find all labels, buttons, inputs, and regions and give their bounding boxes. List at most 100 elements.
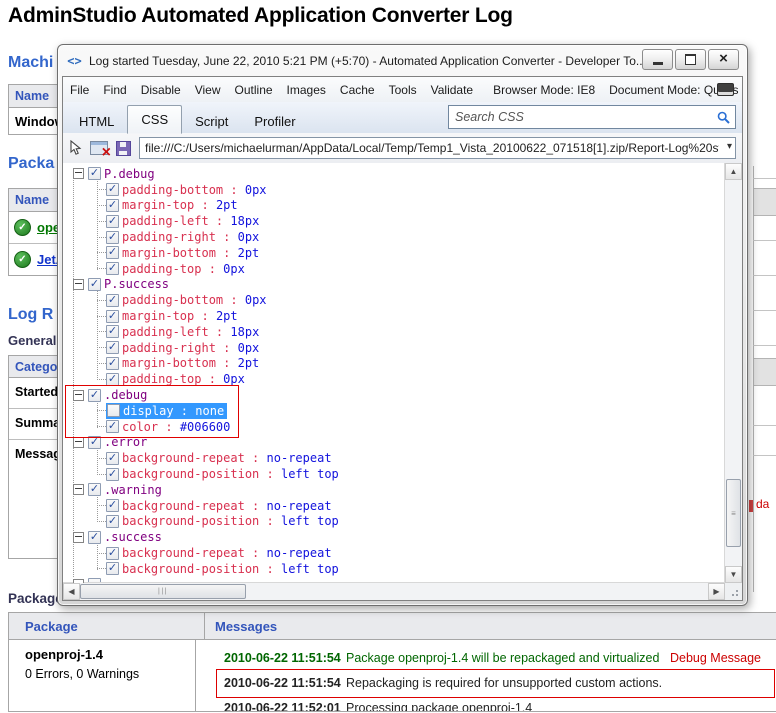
css-property-row[interactable]: padding-right : 0px (67, 229, 725, 245)
checkbox-checked-icon[interactable] (88, 278, 101, 291)
menu-item-cache[interactable]: Cache (333, 79, 382, 101)
table-row-line (753, 240, 776, 241)
checkbox-checked-icon[interactable] (88, 167, 101, 180)
css-property-row[interactable]: margin-bottom : 2pt (67, 356, 725, 372)
checkbox-checked-icon[interactable] (106, 499, 119, 512)
css-selector-row[interactable]: .warning (67, 482, 725, 498)
checkbox-checked-icon[interactable] (106, 294, 119, 307)
expand-minus-icon[interactable] (73, 390, 84, 401)
scroll-right-button[interactable]: ▶ (708, 583, 725, 600)
minimize-button[interactable] (642, 49, 673, 70)
css-property-row[interactable]: margin-top : 2pt (67, 308, 725, 324)
checkbox-checked-icon[interactable] (106, 262, 119, 275)
select-element-icon[interactable] (69, 140, 82, 156)
checkbox-checked-icon[interactable] (106, 547, 119, 560)
css-property-row[interactable]: background-position : left top (67, 561, 725, 577)
checkbox-checked-icon[interactable] (106, 357, 119, 370)
search-icon[interactable] (717, 111, 730, 124)
checkbox-checked-icon[interactable] (106, 246, 119, 259)
css-selector-row[interactable]: P.debug (67, 166, 725, 182)
scroll-down-button[interactable]: ▼ (725, 566, 742, 583)
checkbox-unchecked-icon[interactable] (107, 404, 120, 417)
expand-minus-icon[interactable] (73, 579, 84, 583)
scroll-up-button[interactable]: ▲ (725, 163, 742, 180)
vertical-scrollbar[interactable]: ▲ ≡ ▼ (724, 163, 742, 583)
menu-item-outline[interactable]: Outline (228, 79, 280, 101)
checkbox-checked-icon[interactable] (106, 420, 119, 433)
menu-item-file[interactable]: File (63, 79, 96, 101)
css-property-row[interactable]: color : #006600 (67, 419, 725, 435)
css-property-row[interactable]: background-position : left top (67, 466, 725, 482)
css-property-row[interactable]: background-repeat : no-repeat (67, 545, 725, 561)
search-input[interactable] (449, 110, 717, 124)
horizontal-scrollbar[interactable]: ◀ ||| ▶ (63, 582, 725, 600)
expand-minus-icon[interactable] (73, 279, 84, 290)
checkbox-checked-icon[interactable] (106, 373, 119, 386)
checkbox-checked-icon[interactable] (106, 231, 119, 244)
checkbox-checked-icon[interactable] (106, 183, 119, 196)
checkbox-checked-icon[interactable] (106, 562, 119, 575)
css-property-row[interactable]: display : none (67, 403, 725, 419)
tab-css[interactable]: CSS (127, 105, 182, 134)
css-property-row[interactable]: padding-bottom : 0px (67, 292, 725, 308)
browser-mode-label[interactable]: Browser Mode: IE8 (486, 79, 602, 101)
vertical-scrollbar-thumb[interactable]: ≡ (726, 479, 741, 547)
checkbox-checked-icon[interactable] (106, 310, 119, 323)
table-body: openproj-1.4 0 Errors, 0 Warnings 2010-0… (9, 640, 776, 711)
menu-item-view[interactable]: View (188, 79, 228, 101)
checkbox-checked-icon[interactable] (106, 215, 119, 228)
tab-html[interactable]: HTML (66, 109, 127, 133)
menu-item-tools[interactable]: Tools (382, 79, 424, 101)
checkbox-checked-icon[interactable] (88, 531, 101, 544)
menu-item-images[interactable]: Images (280, 79, 333, 101)
close-button[interactable]: × (708, 49, 739, 70)
checkbox-checked-icon[interactable] (106, 515, 119, 528)
css-property-row[interactable]: padding-right : 0px (67, 340, 725, 356)
horizontal-scrollbar-thumb[interactable]: ||| (80, 584, 246, 599)
checkbox-checked-icon[interactable] (88, 436, 101, 449)
css-selector-row[interactable]: .success (67, 529, 725, 545)
expand-minus-icon[interactable] (73, 168, 84, 179)
css-selector-label: P.debug (104, 167, 155, 181)
dropdown-arrow-icon[interactable]: ▾ (727, 141, 732, 153)
checkbox-checked-icon[interactable] (106, 341, 119, 354)
restore-button[interactable] (675, 49, 706, 70)
clear-browser-cache-icon[interactable] (90, 141, 108, 155)
checkbox-checked-icon[interactable] (106, 468, 119, 481)
checkbox-checked-icon[interactable] (106, 199, 119, 212)
checkbox-checked-icon[interactable] (88, 483, 101, 496)
checkbox-checked-icon[interactable] (106, 452, 119, 465)
css-rule-group: .successbackground-repeat : no-repeatbac… (67, 529, 725, 576)
tab-profiler[interactable]: Profiler (241, 109, 308, 133)
css-property-row[interactable]: padding-top : 0px (67, 261, 725, 277)
checkbox-checked-icon[interactable] (106, 325, 119, 338)
menu-item-validate[interactable]: Validate (424, 79, 480, 101)
property-name: color (122, 420, 158, 434)
expand-minus-icon[interactable] (73, 437, 84, 448)
css-property-row[interactable]: background-position : left top (67, 514, 725, 530)
stylesheet-selector[interactable]: file:///C:/Users/michaelurman/AppData/Lo… (139, 137, 736, 159)
menu-item-disable[interactable]: Disable (134, 79, 188, 101)
css-property-row[interactable]: padding-left : 18px (67, 213, 725, 229)
css-property-row[interactable]: margin-bottom : 2pt (67, 245, 725, 261)
expand-minus-icon[interactable] (73, 484, 84, 495)
css-property-row[interactable]: padding-top : 0px (67, 371, 725, 387)
css-selector-row[interactable]: .error (67, 435, 725, 451)
css-property-row[interactable]: padding-left : 18px (67, 324, 725, 340)
css-selector-row[interactable]: .debug (67, 387, 725, 403)
css-property-row[interactable]: background-repeat : no-repeat (67, 450, 725, 466)
menu-item-find[interactable]: Find (96, 79, 133, 101)
unpin-window-icon[interactable] (717, 83, 734, 96)
expand-minus-icon[interactable] (73, 532, 84, 543)
tab-script[interactable]: Script (182, 109, 241, 133)
scroll-left-button[interactable]: ◀ (63, 583, 80, 600)
css-property-row[interactable]: padding-bottom : 0px (67, 182, 725, 198)
tree-guide (97, 300, 106, 301)
resize-grip[interactable] (725, 583, 742, 600)
css-selector-row[interactable]: P.success (67, 277, 725, 293)
property-value: #006600 (180, 420, 231, 434)
css-property-row[interactable]: margin-top : 2pt (67, 198, 725, 214)
checkbox-checked-icon[interactable] (88, 389, 101, 402)
save-icon[interactable] (116, 141, 131, 156)
css-property-row[interactable]: background-repeat : no-repeat (67, 498, 725, 514)
